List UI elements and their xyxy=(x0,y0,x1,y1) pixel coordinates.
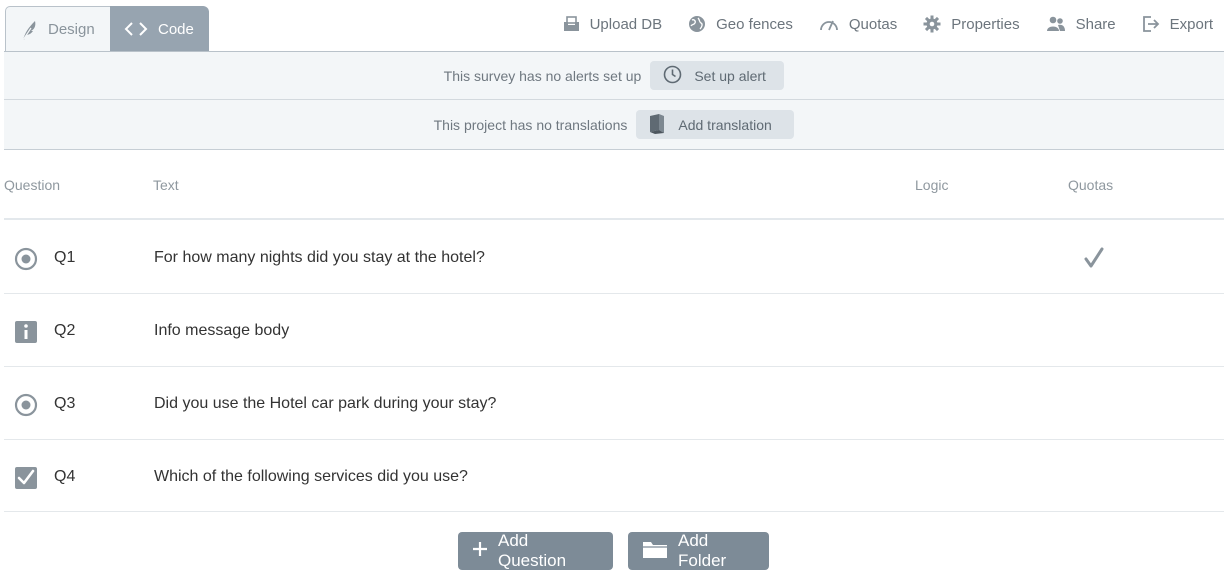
users-icon xyxy=(1046,16,1066,32)
tab-design-label: Design xyxy=(48,21,95,38)
upload-db-icon xyxy=(563,16,580,32)
table-row[interactable]: Q3 Did you use the Hotel car park during… xyxy=(4,367,1224,440)
table-row[interactable]: Q4 Which of the following services did y… xyxy=(4,440,1224,512)
folder-icon xyxy=(642,539,668,564)
export-button[interactable]: Export xyxy=(1142,15,1213,33)
column-header-quotas[interactable]: Quotas xyxy=(1068,177,1113,193)
add-folder-button[interactable]: Add Folder xyxy=(628,531,769,570)
alerts-message: This survey has no alerts set up xyxy=(443,67,642,84)
question-number: Q2 xyxy=(54,322,76,339)
toolbar: Upload DB Geo fences Quotas Properties S… xyxy=(563,12,1213,36)
geo-fences-label: Geo fences xyxy=(716,15,793,33)
set-up-alert-button[interactable]: Set up alert xyxy=(650,61,785,90)
globe-icon xyxy=(688,15,706,33)
geo-fences-button[interactable]: Geo fences xyxy=(688,15,793,33)
add-folder-label: Add Folder xyxy=(678,531,727,570)
column-header-question[interactable]: Question xyxy=(4,177,60,193)
translations-message: This project has no translations xyxy=(433,116,628,133)
upload-db-button[interactable]: Upload DB xyxy=(563,15,663,33)
quotas-button[interactable]: Quotas xyxy=(819,16,897,33)
tab-code[interactable]: Code xyxy=(110,6,209,52)
code-brackets-icon xyxy=(124,21,148,37)
translations-banner: This project has no translations Add tra… xyxy=(4,100,1224,150)
info-icon xyxy=(14,320,38,344)
tab-design[interactable]: Design xyxy=(5,6,111,52)
alerts-banner: This survey has no alerts set up Set up … xyxy=(4,52,1224,100)
question-text: Did you use the Hotel car park during yo… xyxy=(154,395,497,412)
question-number: Q1 xyxy=(54,249,76,266)
add-question-label: Add Question xyxy=(498,531,567,570)
quota-checkmark-icon xyxy=(1084,247,1104,274)
upload-db-label: Upload DB xyxy=(589,15,663,33)
export-label: Export xyxy=(1169,15,1213,33)
export-icon xyxy=(1142,15,1160,33)
book-icon xyxy=(649,113,666,137)
column-header-logic[interactable]: Logic xyxy=(915,177,948,193)
add-question-button[interactable]: Add Question xyxy=(458,531,613,570)
column-header-text[interactable]: Text xyxy=(153,177,179,193)
radio-icon xyxy=(14,393,38,417)
share-button[interactable]: Share xyxy=(1046,16,1116,33)
gear-icon xyxy=(923,15,941,33)
questions-table-header: Question Text Logic Quotas xyxy=(4,150,1224,220)
quotas-label: Quotas xyxy=(848,15,898,33)
question-text: Info message body xyxy=(154,322,290,339)
question-number: Q3 xyxy=(54,395,76,412)
tab-code-label: Code xyxy=(158,20,194,38)
question-number: Q4 xyxy=(54,468,76,485)
radio-icon xyxy=(14,247,38,271)
question-text: For how many nights did you stay at the … xyxy=(154,249,485,266)
properties-button[interactable]: Properties xyxy=(923,15,1020,33)
set-up-alert-label: Set up alert xyxy=(694,67,766,84)
share-label: Share xyxy=(1075,15,1116,33)
top-bar: Design Code Upload DB Geo fences Quotas … xyxy=(0,0,1227,52)
clock-icon xyxy=(663,65,682,87)
add-translation-label: Add translation xyxy=(678,116,772,133)
plus-icon xyxy=(472,541,488,562)
checkbox-icon xyxy=(14,466,38,490)
gauge-icon xyxy=(819,17,839,31)
add-translation-button[interactable]: Add translation xyxy=(636,110,795,139)
table-row[interactable]: Q2 Info message body xyxy=(4,294,1224,367)
feather-icon xyxy=(20,19,38,41)
question-text: Which of the following services did you … xyxy=(154,468,468,485)
table-row[interactable]: Q1 For how many nights did you stay at t… xyxy=(4,221,1224,294)
properties-label: Properties xyxy=(951,15,1020,33)
